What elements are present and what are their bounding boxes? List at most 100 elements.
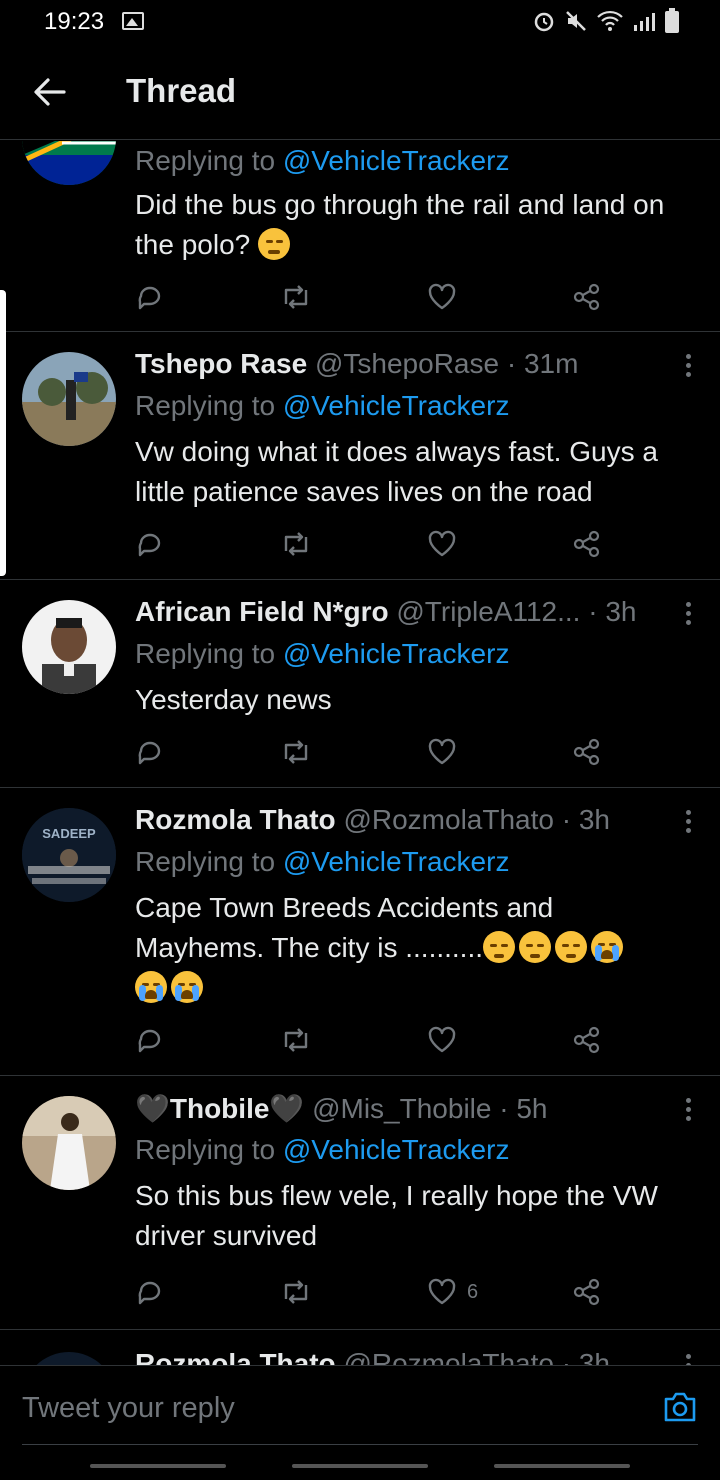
tweet-text-line: Cape Town Breeds Accidents and xyxy=(135,892,554,923)
more-options-button[interactable] xyxy=(682,600,694,630)
thread-feed[interactable]: Replying to @VehicleTrackerz Did the bus… xyxy=(0,141,720,1365)
share-button[interactable] xyxy=(572,528,602,560)
retweet-button[interactable] xyxy=(280,281,312,313)
author-handle[interactable]: @Mis_Thobile xyxy=(312,1093,491,1124)
heart-icon xyxy=(428,283,456,310)
tweet-card[interactable]: Tshepo Rase @TshepoRase · 31m Replying t… xyxy=(0,332,720,580)
author-name[interactable]: African Field N*gro xyxy=(135,596,389,627)
more-options-button[interactable] xyxy=(682,1352,694,1365)
replying-to: Replying to @VehicleTrackerz xyxy=(135,145,509,177)
name-heart-prefix: 🖤 xyxy=(135,1093,170,1124)
thinking-face-emoji xyxy=(258,228,290,260)
like-count: 6 xyxy=(467,1280,479,1303)
tweet-text: Vw doing what it does always fast. Guys … xyxy=(135,436,658,507)
author-handle[interactable]: @TripleA112... xyxy=(396,596,580,627)
author-name[interactable]: Rozmola Thato xyxy=(135,1348,336,1365)
like-button[interactable] xyxy=(427,1024,457,1056)
author-handle[interactable]: @TshepoRase xyxy=(315,348,499,379)
tweet-card[interactable]: SADEEP Rozmola Thato @RozmolaThato · 3h … xyxy=(0,788,720,1076)
retweet-icon xyxy=(284,532,308,556)
share-icon xyxy=(573,530,600,558)
reply-button[interactable] xyxy=(135,736,165,768)
status-icons xyxy=(532,8,680,34)
share-button[interactable] xyxy=(572,1024,602,1056)
recents-gesture-hint[interactable] xyxy=(90,1464,226,1468)
reply-icon xyxy=(138,1281,161,1305)
more-options-button[interactable] xyxy=(682,808,694,838)
edge-panel-handle[interactable] xyxy=(0,290,6,576)
tweet-time: 5h xyxy=(516,1093,548,1124)
avatar[interactable] xyxy=(22,1352,116,1365)
more-options-button[interactable] xyxy=(682,1096,694,1126)
retweet-icon xyxy=(284,1028,308,1052)
reply-button[interactable] xyxy=(135,528,165,560)
share-button[interactable] xyxy=(572,736,602,768)
share-icon xyxy=(573,738,600,766)
signal-icon xyxy=(634,13,655,31)
reply-button[interactable] xyxy=(135,1276,165,1308)
page-title: Thread xyxy=(126,72,237,109)
reply-mention-link[interactable]: @VehicleTrackerz xyxy=(283,390,510,421)
tweet-actions xyxy=(135,1024,615,1060)
back-gesture-hint[interactable] xyxy=(494,1464,630,1468)
share-button[interactable] xyxy=(572,1276,602,1308)
avatar[interactable] xyxy=(22,352,116,446)
mute-icon xyxy=(566,11,586,31)
reply-button[interactable] xyxy=(135,281,165,313)
reply-button[interactable] xyxy=(135,1024,165,1056)
tweet-card[interactable]: Replying to @VehicleTrackerz Did the bus… xyxy=(0,141,720,332)
separator-dot: · xyxy=(580,596,606,627)
replying-to-label: Replying to xyxy=(135,638,283,669)
like-button[interactable] xyxy=(427,528,457,560)
share-icon xyxy=(573,1026,600,1054)
reply-input[interactable]: Tweet your reply xyxy=(22,1392,235,1425)
tweet-actions xyxy=(135,528,615,564)
home-gesture-hint[interactable] xyxy=(292,1464,428,1468)
retweet-button[interactable] xyxy=(280,1024,312,1056)
author-handle[interactable]: @RozmolaThato xyxy=(343,1348,554,1365)
alarm-icon xyxy=(534,12,554,32)
tweet-actions xyxy=(135,281,615,317)
tweet-card[interactable]: African Field N*gro @TripleA112... · 3h … xyxy=(0,580,720,788)
back-button[interactable] xyxy=(30,74,70,110)
author-name[interactable]: Thobile xyxy=(170,1093,270,1124)
like-button[interactable]: 6 xyxy=(427,1276,478,1308)
share-button[interactable] xyxy=(572,281,602,313)
author-name[interactable]: Tshepo Rase xyxy=(135,348,307,379)
like-button[interactable] xyxy=(427,281,457,313)
retweet-button[interactable] xyxy=(280,528,312,560)
crying-face-emoji xyxy=(135,971,167,1003)
heart-icon xyxy=(428,738,456,765)
pensive-face-emoji xyxy=(555,931,588,963)
camera-button[interactable] xyxy=(662,1390,698,1424)
reply-mention-link[interactable]: @VehicleTrackerz xyxy=(283,1134,510,1165)
tweet-card[interactable]: Rozmola Thato @RozmolaThato · 3h xyxy=(0,1330,720,1365)
share-icon xyxy=(573,283,600,311)
reply-icon xyxy=(138,286,161,310)
wifi-icon xyxy=(597,10,623,31)
reply-mention-link[interactable]: @VehicleTrackerz xyxy=(283,846,510,877)
share-icon xyxy=(573,1278,600,1306)
avatar[interactable] xyxy=(22,141,116,185)
author-name[interactable]: Rozmola Thato xyxy=(135,804,336,835)
avatar[interactable] xyxy=(22,600,116,694)
avatar[interactable] xyxy=(22,1096,116,1190)
tweet-text: So this bus flew vele, I really hope the… xyxy=(135,1180,658,1251)
camera-icon xyxy=(664,1392,696,1422)
tweet-card[interactable]: 🖤Thobile🖤 @Mis_Thobile · 5h Replying to … xyxy=(0,1076,720,1330)
like-button[interactable] xyxy=(427,736,457,768)
reply-icon xyxy=(138,1029,161,1053)
reply-mention-link[interactable]: @VehicleTrackerz xyxy=(283,145,510,176)
avatar[interactable]: SADEEP xyxy=(22,808,116,902)
tweet-header: Rozmola Thato @RozmolaThato · 3h xyxy=(135,1348,700,1365)
retweet-button[interactable] xyxy=(280,736,312,768)
reply-mention-link[interactable]: @VehicleTrackerz xyxy=(283,638,510,669)
retweet-button[interactable] xyxy=(280,1276,312,1308)
replying-to-label: Replying to xyxy=(135,846,283,877)
tweet-header: Tshepo Rase @TshepoRase · 31m xyxy=(135,348,700,382)
crying-face-emoji xyxy=(591,931,624,963)
avatar-brand-text: SADEEP xyxy=(42,826,96,841)
more-options-button[interactable] xyxy=(682,352,694,382)
reply-icon xyxy=(138,741,161,765)
author-handle[interactable]: @RozmolaThato xyxy=(343,804,554,835)
